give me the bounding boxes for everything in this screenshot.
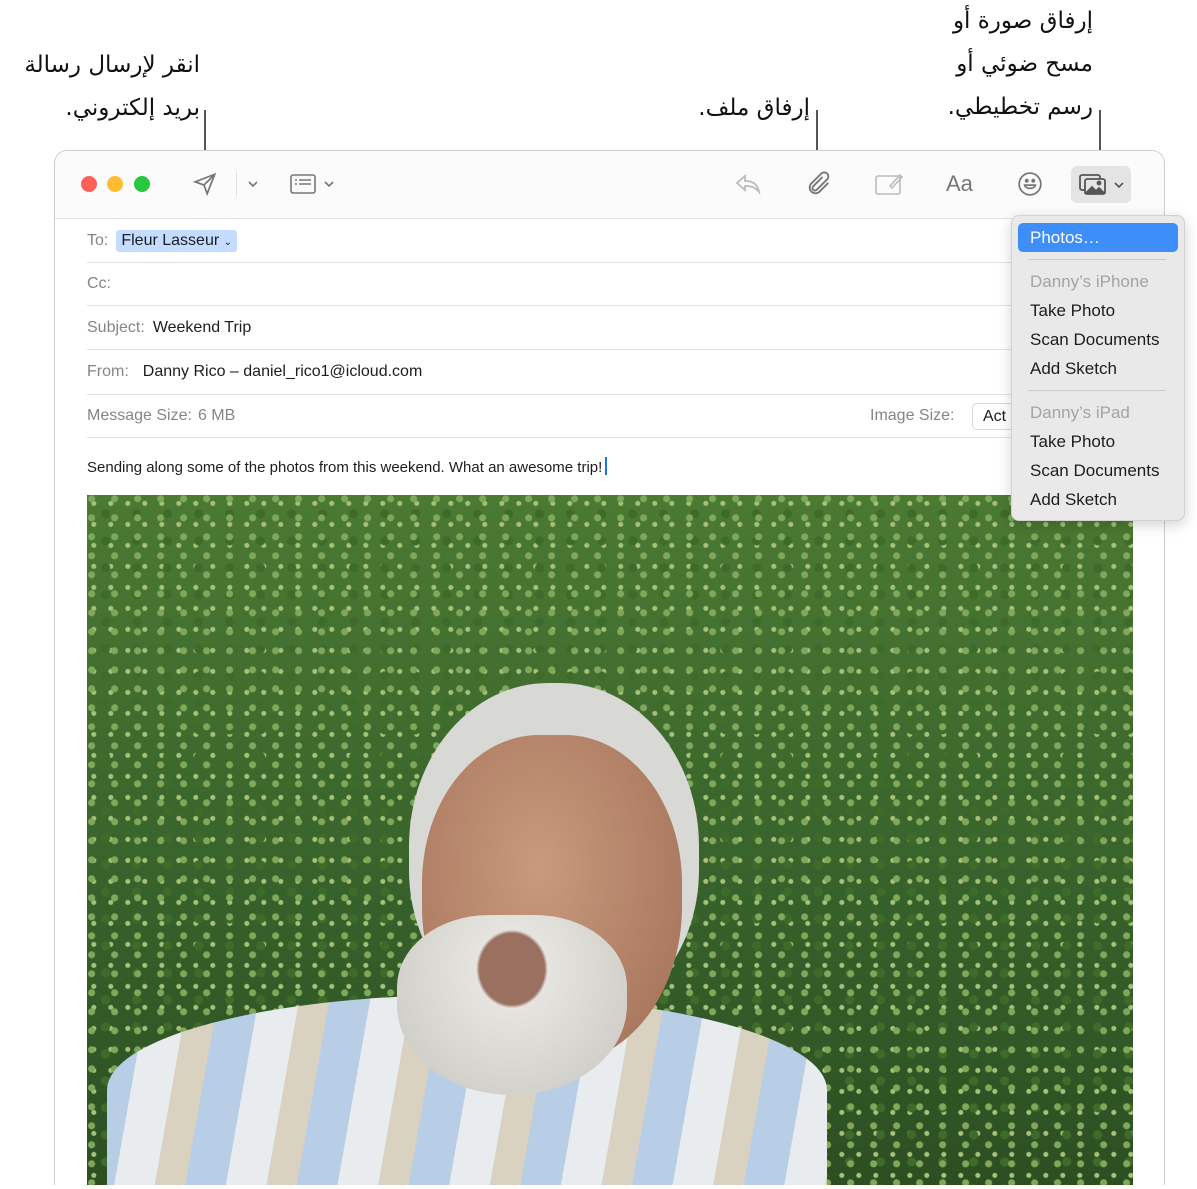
menu-separator — [1028, 259, 1166, 260]
from-label: From: — [87, 363, 129, 380]
image-size-label: Image Size: — [870, 407, 955, 424]
chevron-down-icon[interactable] — [247, 179, 259, 189]
subject-value: Weekend Trip — [152, 318, 252, 336]
compose-window: Aa To: Fleur Lasseur ⌄ Cc: Subject: Week… — [54, 150, 1165, 1185]
photo-browser-button[interactable] — [1071, 166, 1131, 203]
paperclip-icon[interactable] — [805, 169, 833, 199]
header-fields-icon[interactable] — [289, 172, 317, 196]
menu-header-ipad: Danny’s iPad — [1030, 403, 1130, 422]
callout-send: انقر لإرسال رسالة بريد إلكتروني. — [24, 44, 200, 130]
menu-item-take-photo[interactable]: Take Photo — [1030, 301, 1115, 321]
subject-label: Subject: — [87, 318, 145, 336]
menu-item-add-sketch[interactable]: Add Sketch — [1030, 359, 1117, 379]
chevron-down-icon: ⌄ — [223, 237, 233, 248]
callout-photo: إرفاق صورة أو مسح ضوئي أو رسم تخطيطي. — [948, 0, 1093, 129]
size-row: Message Size: 6 MB Image Size: Act — [87, 395, 1164, 438]
attached-photo[interactable] — [87, 495, 1133, 1185]
menu-item-add-sketch[interactable]: Add Sketch — [1030, 490, 1117, 510]
format-text-button[interactable]: Aa — [946, 171, 973, 197]
person-beard — [397, 915, 627, 1095]
menu-item-scan-documents[interactable]: Scan Documents — [1030, 461, 1159, 481]
subject-field[interactable]: Subject: Weekend Trip — [87, 306, 1164, 350]
menu-item-photos[interactable]: Photos… — [1018, 223, 1178, 252]
reply-icon[interactable] — [734, 171, 762, 197]
chevron-down-icon[interactable] — [323, 179, 335, 189]
markup-icon[interactable] — [874, 171, 904, 197]
cc-field[interactable]: Cc: — [87, 263, 1164, 306]
callout-attach: إرفاق ملف. — [698, 87, 810, 130]
recipient-token[interactable]: Fleur Lasseur ⌄ — [116, 230, 238, 252]
minimize-button[interactable] — [107, 176, 123, 192]
from-field[interactable]: From: Danny Rico – daniel_rico1@icloud.c… — [87, 350, 1164, 395]
message-body[interactable]: Sending along some of the photos from th… — [87, 457, 608, 476]
photo-browser-menu: Photos… Danny’s iPhone Take Photo Scan D… — [1011, 215, 1185, 521]
menu-item-scan-documents[interactable]: Scan Documents — [1030, 330, 1159, 350]
image-size-value: Act — [983, 408, 1007, 425]
callout-line: مسح ضوئي أو — [956, 51, 1093, 77]
divider — [236, 171, 237, 197]
callout-line: إرفاق صورة أو — [952, 8, 1093, 34]
from-value: Danny Rico – daniel_rico1@icloud.com — [142, 363, 423, 380]
send-icon[interactable] — [192, 171, 218, 197]
callout-line: انقر لإرسال رسالة — [24, 52, 200, 78]
chevron-down-icon — [1114, 182, 1124, 189]
recipient-name: Fleur Lasseur — [121, 232, 220, 249]
callout-line: رسم تخطيطي. — [947, 94, 1093, 120]
callout-line: بريد إلكتروني. — [65, 95, 200, 121]
text-cursor — [605, 457, 608, 475]
message-size-value: 6 MB — [197, 407, 236, 424]
close-button[interactable] — [81, 176, 97, 192]
emoji-icon[interactable] — [1017, 171, 1043, 197]
body-text: Sending along some of the photos from th… — [87, 459, 603, 476]
menu-item-take-photo[interactable]: Take Photo — [1030, 432, 1115, 452]
to-field[interactable]: To: Fleur Lasseur ⌄ — [87, 220, 1164, 263]
cc-label: Cc: — [87, 275, 111, 292]
toolbar: Aa — [55, 151, 1164, 219]
message-size-label: Message Size: — [87, 407, 192, 424]
to-label: To: — [87, 232, 109, 249]
callout-line: إرفاق ملف. — [698, 95, 810, 121]
zoom-button[interactable] — [134, 176, 150, 192]
menu-separator — [1028, 390, 1166, 391]
menu-header-iphone: Danny’s iPhone — [1030, 272, 1149, 291]
photo-browser-icon — [1079, 174, 1107, 195]
